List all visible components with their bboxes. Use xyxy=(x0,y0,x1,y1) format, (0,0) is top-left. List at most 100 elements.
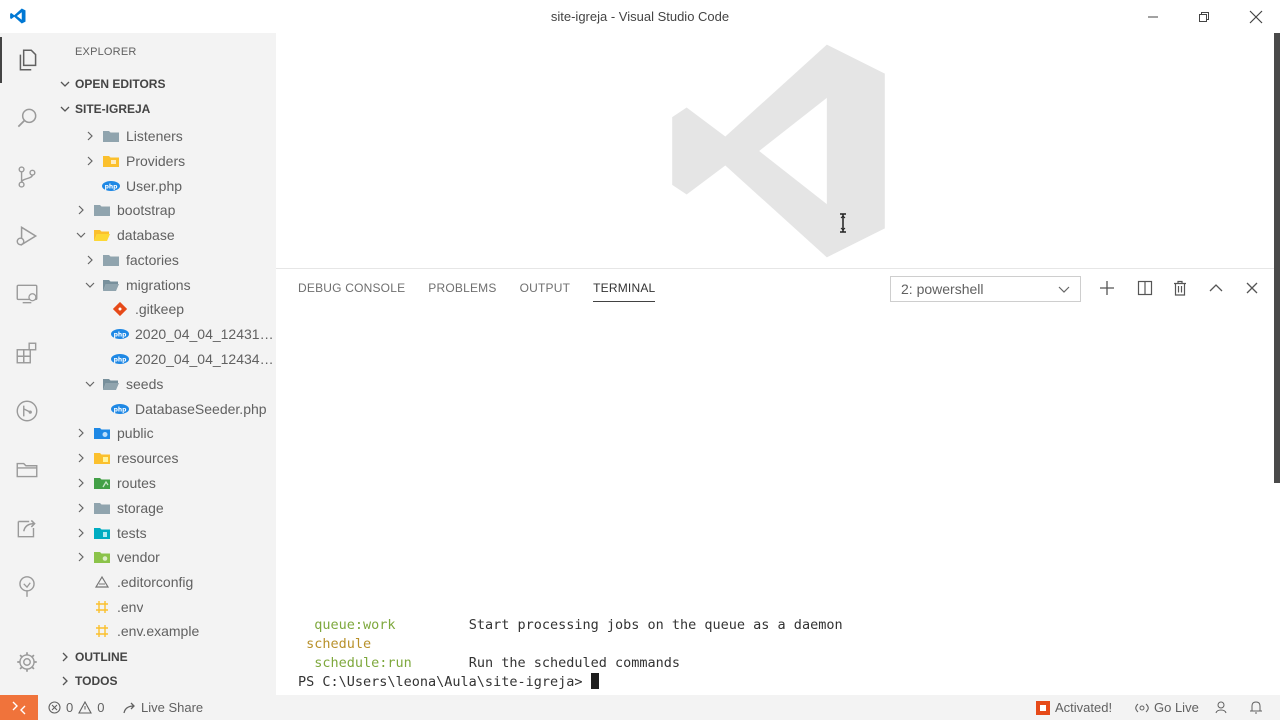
tree-item-resources[interactable]: resources xyxy=(54,446,276,470)
folder-open-icon xyxy=(103,280,119,291)
scrollbar-strip[interactable] xyxy=(1274,33,1280,483)
tree-item-tests[interactable]: tests xyxy=(54,521,276,545)
php-icon: php xyxy=(102,181,120,191)
tree-item-migrations[interactable]: migrations xyxy=(54,273,276,297)
tree-item-label: public xyxy=(117,425,154,441)
error-count: 0 xyxy=(66,700,74,715)
bell-icon xyxy=(1250,701,1262,714)
tree-item-label: 2020_04_04_124310... xyxy=(135,326,276,342)
tree-item-factories[interactable]: factories xyxy=(54,248,276,272)
terminal-output[interactable]: queue:work Start processing jobs on the … xyxy=(298,616,843,692)
activation-status[interactable]: Activated! xyxy=(1036,695,1112,720)
project-section[interactable]: SITE-IGREJA xyxy=(54,98,276,120)
broadcast-icon xyxy=(1135,703,1149,712)
explorer-sidebar: EXPLORER OPEN EDITORS SITE-IGREJA Listen… xyxy=(54,33,276,695)
activity-tree-view[interactable] xyxy=(0,563,54,609)
split-terminal-button[interactable] xyxy=(1134,277,1156,299)
feedback-button[interactable] xyxy=(1215,695,1230,720)
svg-text:php: php xyxy=(114,407,128,414)
tree-item-user-php[interactable]: php User.php xyxy=(54,174,276,198)
tree-item-env[interactable]: .env xyxy=(54,595,276,619)
chevron-right-icon xyxy=(78,428,84,438)
tree-item-label: .env xyxy=(117,599,144,615)
tree-item-bootstrap[interactable]: bootstrap xyxy=(54,198,276,222)
go-live-button[interactable]: Go Live xyxy=(1135,695,1199,720)
activity-git-graph[interactable] xyxy=(0,388,54,434)
terminal-select[interactable]: 2: powershell xyxy=(890,276,1081,302)
folder-icon xyxy=(103,131,119,142)
folder-tests-icon xyxy=(94,528,110,539)
open-editors-section[interactable]: OPEN EDITORS xyxy=(54,73,276,95)
tab-debug-console[interactable]: DEBUG CONSOLE xyxy=(298,281,405,302)
problems-status[interactable]: 0 0 xyxy=(48,695,104,720)
terminal-cmd: queue:work xyxy=(298,617,396,633)
tree-item-routes[interactable]: routes xyxy=(54,471,276,495)
activity-settings[interactable] xyxy=(0,639,54,685)
activity-bar xyxy=(0,33,54,695)
activity-explorer[interactable] xyxy=(0,37,54,83)
kill-terminal-button[interactable] xyxy=(1169,277,1191,299)
tree-item-gitkeep[interactable]: .gitkeep xyxy=(54,297,276,321)
tab-terminal[interactable]: TERMINAL xyxy=(593,281,656,302)
editorconfig-icon xyxy=(94,575,110,588)
activity-remote-explorer[interactable] xyxy=(0,271,54,317)
folder-icon xyxy=(94,503,110,514)
tree-item-env-example[interactable]: .env.example xyxy=(54,619,276,643)
tree-item-public[interactable]: public xyxy=(54,421,276,445)
tree-item-providers[interactable]: Providers xyxy=(54,149,276,173)
activity-folders[interactable] xyxy=(0,446,54,492)
tree-item-label: Providers xyxy=(126,153,186,169)
activity-search[interactable] xyxy=(0,95,54,141)
tab-problems[interactable]: PROBLEMS xyxy=(428,281,496,302)
editor-area[interactable] xyxy=(276,33,1274,268)
minimize-button[interactable] xyxy=(1130,0,1176,33)
folder-providers-icon xyxy=(103,156,119,167)
maximize-panel-button[interactable] xyxy=(1205,277,1227,299)
tree-item-database[interactable]: database xyxy=(54,223,276,247)
chevron-right-icon xyxy=(62,676,68,686)
tree-item-listeners[interactable]: Listeners xyxy=(54,124,276,148)
notifications-button[interactable] xyxy=(1249,695,1263,720)
chevron-right-icon xyxy=(78,552,84,562)
git-icon xyxy=(113,302,127,316)
tree-item-label: .env.example xyxy=(117,623,200,639)
remote-explorer-icon xyxy=(16,284,38,304)
activity-source-control[interactable] xyxy=(0,154,54,200)
folder-open-database-icon xyxy=(94,230,110,241)
tree-item-seeds[interactable]: seeds xyxy=(54,372,276,396)
tab-output[interactable]: OUTPUT xyxy=(520,281,571,302)
tree-item-label: .editorconfig xyxy=(117,574,194,590)
split-icon xyxy=(1137,280,1153,296)
close-panel-button[interactable] xyxy=(1241,277,1263,299)
run-debug-icon xyxy=(16,225,38,247)
search-icon xyxy=(17,108,37,128)
folder-routes-icon xyxy=(94,478,110,489)
todos-label: TODOS xyxy=(75,674,118,688)
close-window-button[interactable] xyxy=(1233,0,1279,33)
tree-item-migration-1[interactable]: php 2020_04_04_124310... xyxy=(54,322,276,346)
tree-item-vendor[interactable]: vendor xyxy=(54,545,276,569)
chevron-right-icon xyxy=(87,255,93,265)
restore-icon xyxy=(1199,11,1209,22)
activity-extensions[interactable] xyxy=(0,330,54,376)
remote-indicator[interactable] xyxy=(0,695,38,720)
activity-live-share[interactable] xyxy=(0,505,54,551)
tree-item-editorconfig[interactable]: .editorconfig xyxy=(54,570,276,594)
terminal-cursor xyxy=(590,673,599,689)
folder-icon xyxy=(16,462,38,478)
restore-button[interactable] xyxy=(1181,0,1227,33)
activity-run[interactable] xyxy=(0,213,54,259)
tree-item-database-seeder[interactable]: php DatabaseSeeder.php xyxy=(54,397,276,421)
new-terminal-button[interactable] xyxy=(1096,277,1118,299)
source-control-icon xyxy=(18,166,36,188)
files-icon xyxy=(19,49,37,71)
warning-count: 0 xyxy=(97,700,105,715)
chevron-right-icon xyxy=(87,156,93,166)
title-bar: site-igreja - Visual Studio Code xyxy=(0,0,1280,33)
live-share-status[interactable]: Live Share xyxy=(122,695,203,720)
outline-section[interactable]: OUTLINE xyxy=(54,645,276,669)
tree-item-migration-2[interactable]: php 2020_04_04_124342... xyxy=(54,347,276,371)
tree-item-storage[interactable]: storage xyxy=(54,496,276,520)
chevron-down-icon xyxy=(60,81,69,87)
todos-section[interactable]: TODOS xyxy=(54,669,276,693)
